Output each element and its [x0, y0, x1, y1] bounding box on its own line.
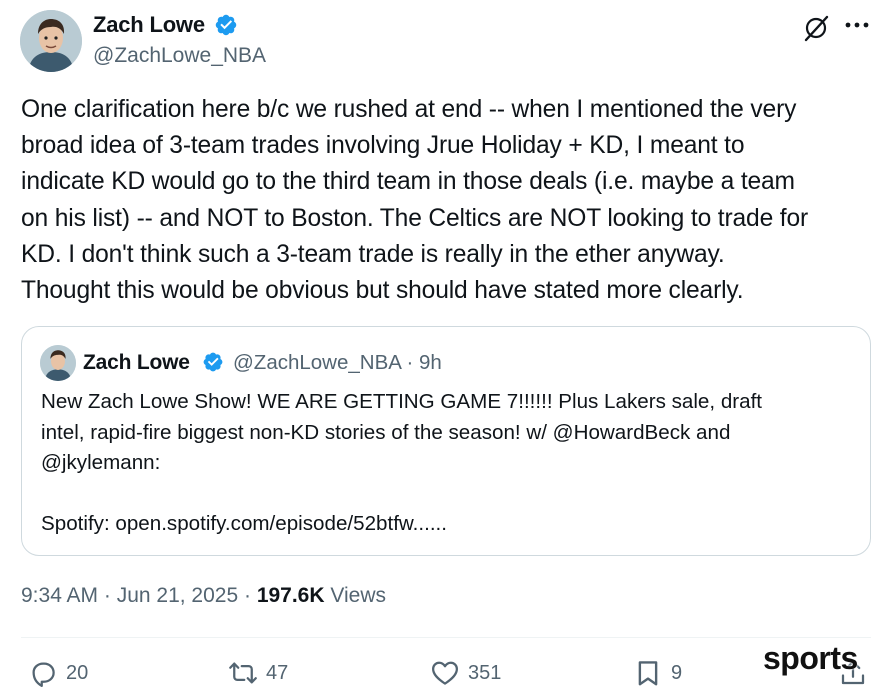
reply-count: 20 — [66, 661, 89, 684]
more-icon[interactable] — [844, 18, 870, 32]
watermark: sports — [763, 640, 858, 676]
repost-button[interactable]: 47 — [228, 656, 288, 690]
quoted-tweet[interactable]: Zach Lowe @ZachLowe_NBA · 9h New Zach Lo… — [21, 326, 871, 556]
quoted-handle-time: @ZachLowe_NBA · 9h — [233, 351, 442, 374]
tweet-text: One clarification here b/c we rushed at … — [21, 96, 809, 305]
divider — [21, 637, 871, 638]
views-label: Views — [324, 584, 387, 607]
like-icon — [432, 661, 458, 685]
reply-icon — [32, 662, 55, 687]
bookmark-button[interactable]: 9 — [633, 656, 682, 690]
bookmark-icon — [638, 661, 658, 686]
quoted-avatar — [40, 345, 76, 381]
repost-count: 47 — [266, 661, 289, 684]
avatar[interactable] — [20, 10, 82, 72]
verified-badge-icon — [203, 352, 223, 372]
timestamp[interactable]: 9:34 AM · Jun 21, 2025 · — [21, 584, 257, 607]
author-name[interactable]: Zach Lowe — [93, 12, 205, 38]
views-count: 197.6K — [256, 584, 325, 607]
tweet-meta: 9:34 AM · Jun 21, 2025 · 197.6K Views — [21, 584, 386, 608]
quoted-author-name: Zach Lowe — [83, 351, 190, 374]
grok-icon[interactable] — [800, 12, 832, 44]
reply-button[interactable]: 20 — [28, 656, 88, 690]
quoted-tweet-text: New Zach Lowe Show! WE ARE GETTING GAME … — [41, 390, 763, 535]
verified-badge-icon — [215, 14, 237, 36]
like-count: 351 — [468, 661, 502, 684]
bookmark-count: 9 — [671, 661, 683, 684]
tweet-card: Zach Lowe @ZachLowe_NBA One clarificatio… — [0, 0, 892, 693]
like-button[interactable]: 351 — [430, 656, 501, 690]
repost-icon — [229, 662, 257, 684]
author-handle[interactable]: @ZachLowe_NBA — [93, 44, 266, 68]
